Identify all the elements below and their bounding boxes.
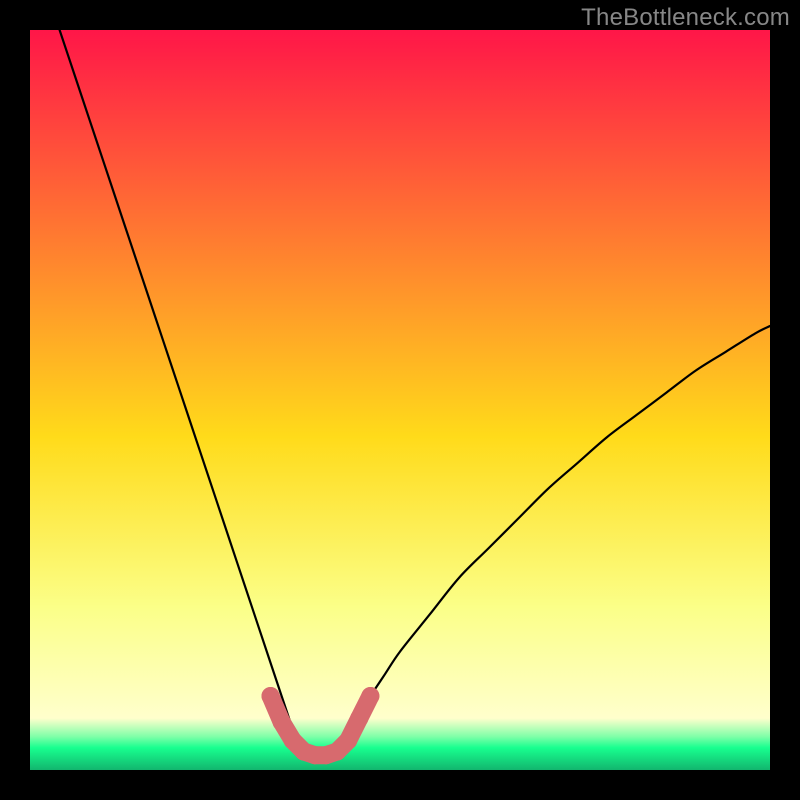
- chart-frame: TheBottleneck.com: [0, 0, 800, 800]
- watermark-text: TheBottleneck.com: [581, 4, 790, 32]
- chart-svg: [30, 30, 770, 770]
- valley-marker: [262, 687, 280, 705]
- plot-area: [30, 30, 770, 770]
- valley-marker: [339, 731, 357, 749]
- valley-marker: [361, 687, 379, 705]
- gradient-background: [30, 30, 770, 770]
- valley-marker: [350, 709, 368, 727]
- valley-marker: [273, 713, 291, 731]
